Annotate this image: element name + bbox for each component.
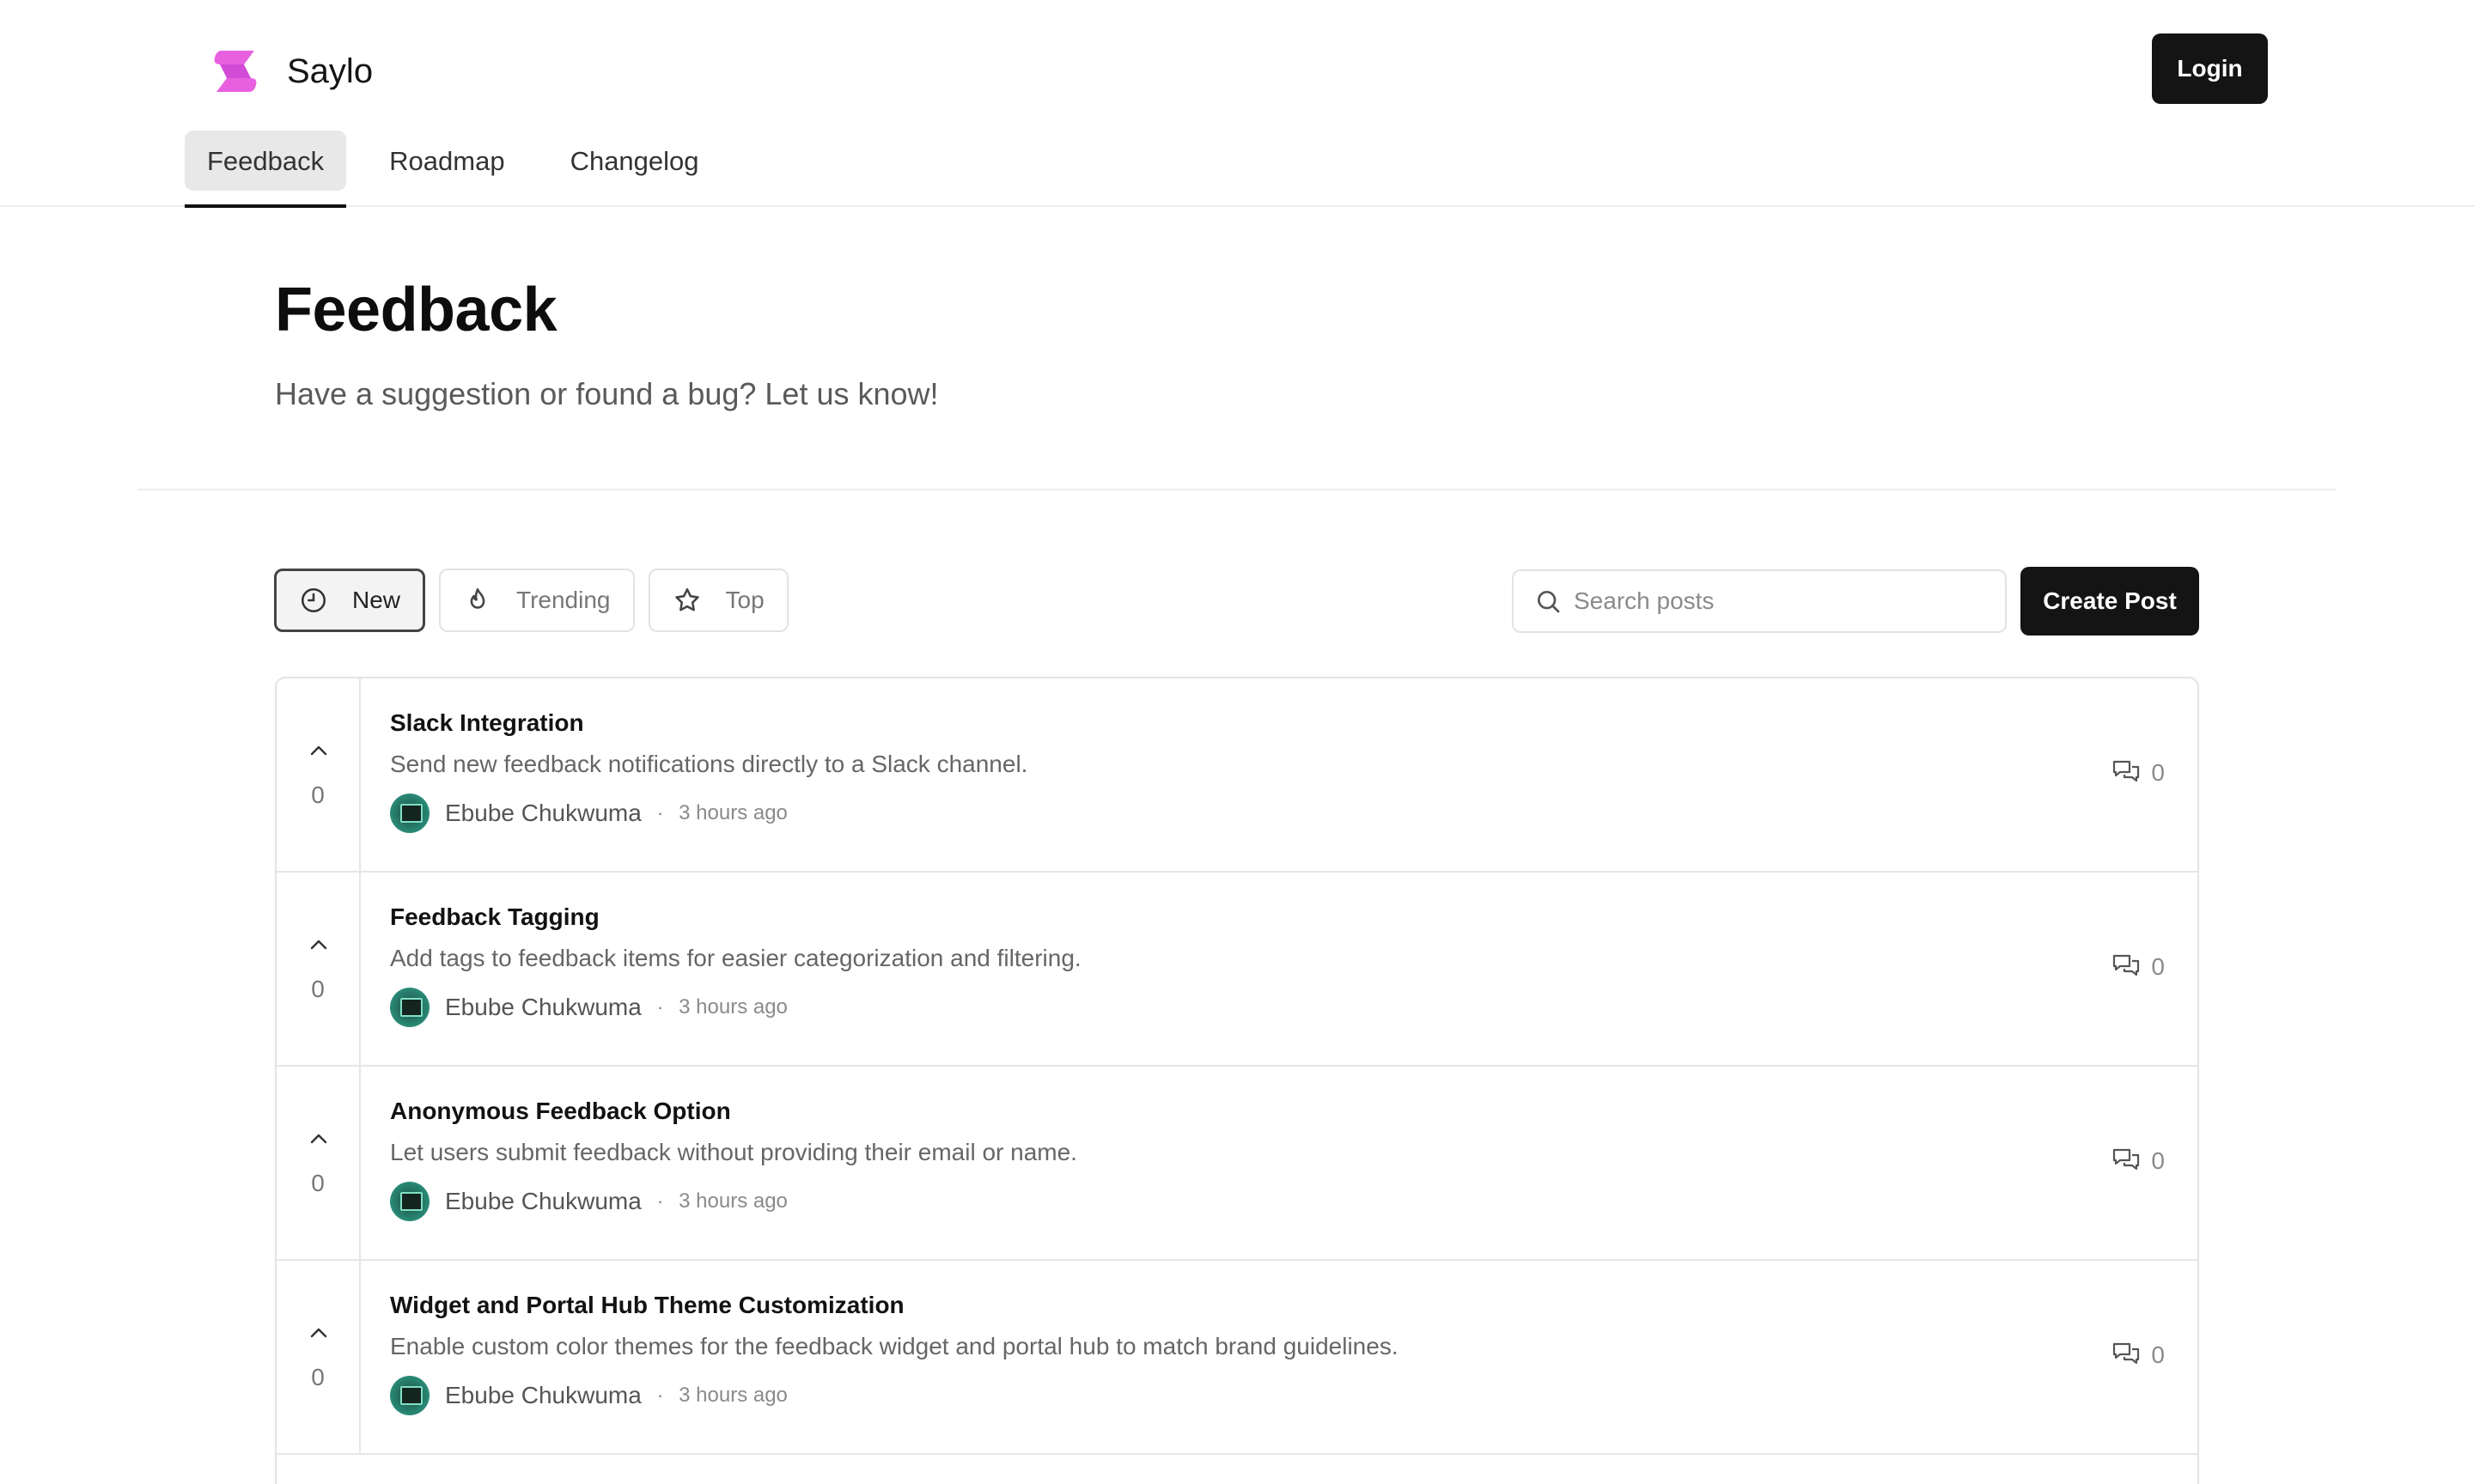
vote-count: 0 xyxy=(311,782,325,808)
post-title[interactable]: Slack Integration xyxy=(390,709,584,737)
filter-new-button[interactable]: New xyxy=(274,569,426,632)
upvote-chevron-icon[interactable] xyxy=(308,936,330,953)
tab-roadmap[interactable]: Roadmap xyxy=(367,131,527,206)
tab-label: Changelog xyxy=(570,146,699,176)
comments-icon xyxy=(2113,1148,2140,1171)
post-item[interactable]: 0 Anonymous Feedback Option Let users su… xyxy=(277,1067,2197,1261)
post-time: 3 hours ago xyxy=(679,995,788,1019)
tab-label: Feedback xyxy=(207,146,325,176)
tab-changelog[interactable]: Changelog xyxy=(548,131,722,206)
comments-icon xyxy=(2113,1342,2140,1365)
comment-count[interactable]: 0 xyxy=(2111,1341,2165,1369)
post-author: Ebube Chukwuma xyxy=(445,1188,642,1214)
post-author: Ebube Chukwuma xyxy=(445,1382,642,1408)
post-description: Send new feedback notifications directly… xyxy=(390,751,1028,777)
login-button[interactable]: Login xyxy=(2152,33,2268,104)
comment-count[interactable]: 0 xyxy=(2111,1147,2165,1175)
tab-label: Roadmap xyxy=(389,146,505,176)
comment-count-value: 0 xyxy=(2151,1147,2165,1174)
post-author: Ebube Chukwuma xyxy=(445,994,642,1020)
post-title[interactable]: Feedback Tagging xyxy=(390,903,600,931)
comments-icon xyxy=(2113,760,2140,782)
brand[interactable]: Saylo xyxy=(210,41,373,101)
post-meta: Ebube Chukwuma · 3 hours ago xyxy=(390,988,788,1027)
post-item[interactable]: 0 Slack Integration Send new feedback no… xyxy=(277,678,2197,873)
avatar xyxy=(390,988,430,1027)
comment-count[interactable]: 0 xyxy=(2111,953,2165,981)
vote-column: 0 xyxy=(277,1261,361,1453)
vote-column: 0 xyxy=(277,678,361,871)
top-header: Saylo Login Feedback Roadmap Changelog xyxy=(0,0,2474,208)
upvote-chevron-icon[interactable] xyxy=(308,1130,330,1147)
post-time: 3 hours ago xyxy=(679,801,788,824)
meta-separator: · xyxy=(656,1190,664,1212)
post-time: 3 hours ago xyxy=(679,1384,788,1407)
meta-separator: · xyxy=(656,1384,664,1406)
avatar xyxy=(390,794,430,833)
flame-icon xyxy=(470,587,485,609)
comment-count-value: 0 xyxy=(2151,953,2165,980)
comment-count[interactable]: 0 xyxy=(2111,759,2165,787)
posts-list: 0 Slack Integration Send new feedback no… xyxy=(275,677,2199,1484)
filter-label: Top xyxy=(725,587,765,613)
tab-feedback[interactable]: Feedback xyxy=(185,131,347,208)
meta-separator: · xyxy=(656,996,664,1018)
meta-separator: · xyxy=(656,802,664,824)
avatar xyxy=(390,1376,430,1415)
saylo-logo-icon xyxy=(214,51,257,92)
upvote-chevron-icon[interactable] xyxy=(308,742,330,759)
sort-filters: New Trending Top xyxy=(274,569,789,632)
comment-count-value: 0 xyxy=(2151,759,2165,786)
comment-count-value: 0 xyxy=(2151,1341,2165,1368)
post-item[interactable]: 0 Widget and Portal Hub Theme Customizat… xyxy=(277,1261,2197,1455)
star-icon xyxy=(674,587,699,611)
post-meta: Ebube Chukwuma · 3 hours ago xyxy=(390,794,788,833)
search-input[interactable] xyxy=(1574,587,1977,615)
filter-label: New xyxy=(352,587,401,613)
filter-label: Trending xyxy=(516,587,611,613)
page-title: Feedback xyxy=(275,276,558,344)
post-title[interactable]: Widget and Portal Hub Theme Customizatio… xyxy=(390,1292,905,1319)
clock-icon xyxy=(301,587,326,613)
create-post-button[interactable]: Create Post xyxy=(2020,567,2199,636)
comments-icon xyxy=(2113,954,2140,976)
section-divider xyxy=(137,489,2337,490)
main-nav: Feedback Roadmap Changelog xyxy=(185,131,722,208)
upvote-chevron-icon[interactable] xyxy=(308,1324,330,1341)
vote-column: 0 xyxy=(277,1067,361,1259)
vote-count: 0 xyxy=(311,1364,325,1390)
post-title[interactable]: Anonymous Feedback Option xyxy=(390,1098,731,1125)
search-icon xyxy=(1538,591,1560,613)
filter-top-button[interactable]: Top xyxy=(648,569,789,632)
search-box[interactable] xyxy=(1512,569,2007,633)
vote-column: 0 xyxy=(277,873,361,1065)
brand-name: Saylo xyxy=(287,52,374,90)
filter-trending-button[interactable]: Trending xyxy=(439,569,635,632)
vote-count: 0 xyxy=(311,1170,325,1196)
avatar xyxy=(390,1182,430,1221)
post-description: Let users submit feedback without provid… xyxy=(390,1139,1077,1165)
post-time: 3 hours ago xyxy=(679,1189,788,1213)
post-description: Add tags to feedback items for easier ca… xyxy=(390,945,1082,971)
post-item[interactable]: 0 Feedback Tagging Add tags to feedback … xyxy=(277,873,2197,1067)
vote-count: 0 xyxy=(311,976,325,1002)
page-subtitle: Have a suggestion or found a bug? Let us… xyxy=(275,376,939,411)
post-author: Ebube Chukwuma xyxy=(445,800,642,826)
post-meta: Ebube Chukwuma · 3 hours ago xyxy=(390,1182,788,1221)
post-meta: Ebube Chukwuma · 3 hours ago xyxy=(390,1376,788,1415)
post-description: Enable custom color themes for the feedb… xyxy=(390,1333,1398,1359)
